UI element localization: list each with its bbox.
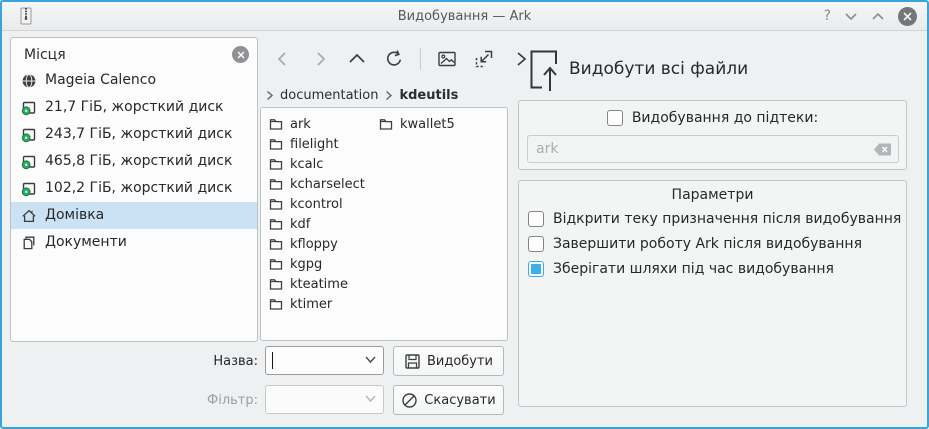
hard-disk-icon [21, 127, 37, 143]
folder-item[interactable]: kfloppy [269, 234, 365, 254]
subfolder-name-input[interactable] [527, 135, 899, 163]
toolbar-separator [420, 48, 421, 70]
preserve-paths-label: Зберігати шляхи під час видобування [553, 261, 834, 277]
titlebar[interactable]: Видобування — Ark ? [2, 2, 927, 31]
folder-item[interactable]: kwallet5 [379, 114, 455, 134]
place-item-disk-21[interactable]: 21,7 ГіБ, жорсткий диск [11, 94, 257, 121]
subfolder-checkbox[interactable] [607, 110, 623, 126]
folder-item[interactable]: filelight [269, 134, 365, 154]
folder-icon [379, 117, 393, 131]
folder-item[interactable]: kdf [269, 214, 365, 234]
hard-disk-icon [21, 181, 37, 197]
places-close-icon[interactable] [232, 46, 249, 63]
chevron-right-icon [384, 90, 393, 101]
folder-item[interactable]: kcontrol [269, 194, 365, 214]
open-destination-label: Відкрити теку призначення після видобува… [553, 211, 901, 227]
folder-icon [269, 277, 283, 291]
name-label: Назва: [162, 354, 258, 369]
breadcrumb-segment-documentation[interactable]: documentation [280, 88, 378, 103]
breadcrumb: documentation kdeutils [265, 86, 458, 104]
fit-icon[interactable] [473, 48, 495, 70]
folder-item[interactable]: kcalc [269, 154, 365, 174]
folder-icon [269, 297, 283, 311]
places-header: Місця [24, 47, 66, 63]
cancel-button[interactable]: Скасувати [393, 385, 504, 415]
hard-disk-icon [21, 100, 37, 116]
extract-button[interactable]: Видобути [393, 346, 504, 376]
folder-item[interactable]: kcharselect [269, 174, 365, 194]
window-title: Видобування — Ark [2, 9, 927, 24]
preserve-paths-checkbox-row[interactable]: Зберігати шляхи під час видобування [528, 261, 834, 277]
navigation-toolbar [272, 46, 532, 72]
folder-icon [269, 237, 283, 251]
breadcrumb-segment-kdeutils[interactable]: kdeutils [399, 88, 458, 103]
folder-item[interactable]: kteatime [269, 274, 365, 294]
ark-extract-dialog: Видобування — Ark ? Місця [0, 0, 929, 429]
help-button[interactable]: ? [824, 8, 831, 24]
subfolder-checkbox-row[interactable]: Видобування до підтеки: [519, 110, 906, 126]
chevron-right-icon[interactable] [265, 90, 274, 101]
extract-all-heading: Видобути всі файли [569, 59, 748, 79]
options-groupbox: Параметри Відкрити теку призначення післ… [518, 180, 907, 407]
open-destination-checkbox-row[interactable]: Відкрити теку призначення після видобува… [528, 211, 901, 227]
places-panel: Місця Mageia Calenco 21,7 ГіБ, жорсткий … [10, 37, 258, 342]
place-item-home[interactable]: Домівка [11, 202, 257, 229]
text-cursor [272, 352, 273, 369]
back-icon[interactable] [272, 48, 294, 70]
place-item-documents[interactable]: Документи [11, 229, 257, 256]
quit-ark-label: Завершити роботу Ark після видобування [553, 236, 862, 252]
close-button[interactable] [898, 7, 917, 26]
quit-ark-checkbox-row[interactable]: Завершити роботу Ark після видобування [528, 236, 862, 252]
folder-item[interactable]: kgpg [269, 254, 365, 274]
folder-icon [269, 137, 283, 151]
globe-icon [21, 73, 37, 89]
folder-icon [269, 217, 283, 231]
documents-icon [21, 235, 37, 251]
filter-combobox[interactable] [265, 385, 384, 414]
folder-item[interactable]: ark [269, 114, 365, 134]
open-destination-checkbox[interactable] [528, 211, 544, 227]
cancel-icon [401, 392, 418, 409]
forward-icon[interactable] [309, 48, 331, 70]
folder-icon [269, 257, 283, 271]
quit-ark-checkbox[interactable] [528, 236, 544, 252]
folder-icon [269, 197, 283, 211]
place-item-mageia-calenco[interactable]: Mageia Calenco [11, 67, 257, 94]
name-combobox[interactable] [265, 346, 384, 375]
filter-label: Фільтр: [162, 393, 258, 408]
folder-icon [269, 157, 283, 171]
refresh-icon[interactable] [383, 48, 405, 70]
place-item-disk-243[interactable]: 243,7 ГіБ, жорсткий диск [11, 121, 257, 148]
clear-text-icon[interactable] [873, 142, 892, 157]
save-icon [404, 353, 421, 370]
place-item-disk-465[interactable]: 465,8 ГіБ, жорсткий диск [11, 148, 257, 175]
chevron-down-icon [364, 394, 377, 403]
preserve-paths-checkbox[interactable] [528, 261, 544, 277]
maximize-button[interactable] [871, 12, 885, 21]
folder-view[interactable]: ark filelight kcalc kcharselect kcontrol… [260, 107, 508, 341]
subfolder-checkbox-label: Видобування до підтеки: [632, 110, 818, 126]
home-icon [21, 208, 37, 224]
minimize-button[interactable] [844, 12, 858, 21]
folder-icon [269, 177, 283, 191]
subfolder-groupbox: Видобування до підтеки: [518, 100, 907, 170]
chevron-down-icon [364, 355, 377, 364]
options-title: Параметри [519, 181, 906, 203]
extract-all-icon [526, 48, 562, 92]
folder-icon [269, 117, 283, 131]
place-item-disk-102[interactable]: 102,2 ГіБ, жорсткий диск [11, 175, 257, 202]
preview-icon[interactable] [436, 48, 458, 70]
hard-disk-icon [21, 154, 37, 170]
folder-item[interactable]: ktimer [269, 294, 365, 314]
up-icon[interactable] [346, 48, 368, 70]
